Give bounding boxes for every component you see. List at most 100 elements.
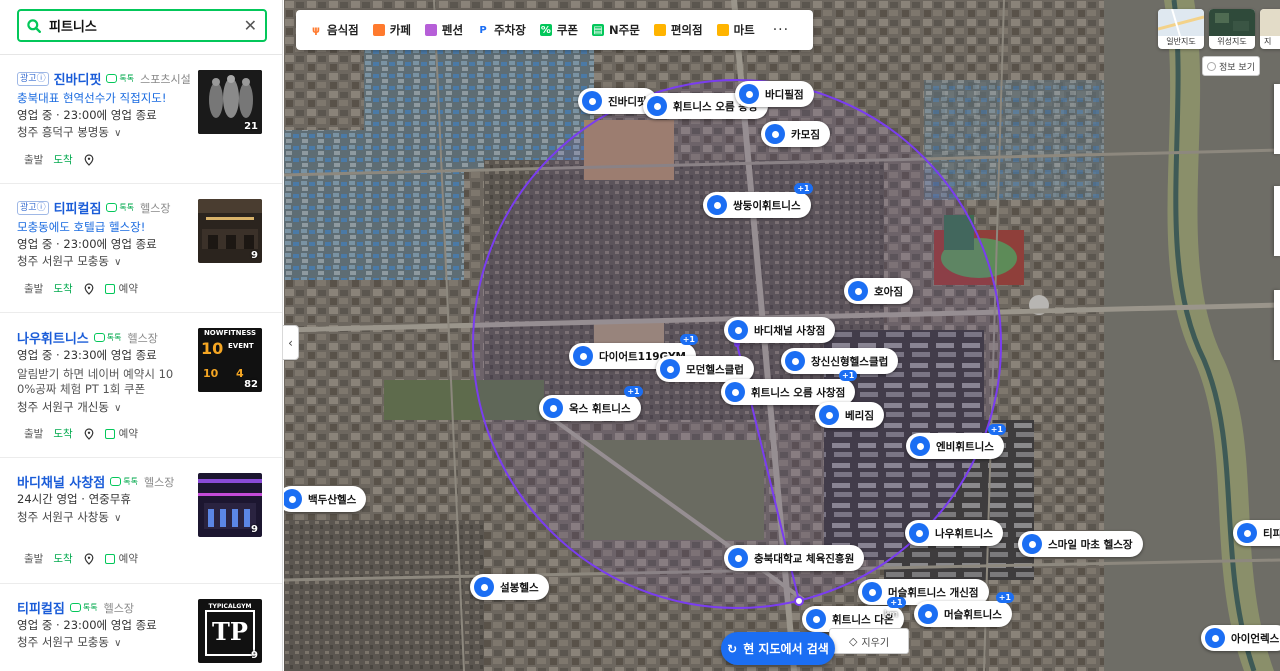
- place-photo[interactable]: NOWFITNESS 10 EVENT 10 4 82: [198, 328, 262, 392]
- promo-text[interactable]: 충북대표 현역선수가 직접지도!: [17, 90, 166, 106]
- business-hours: 24시간 영업 · 연중무휴: [17, 492, 131, 506]
- map-marker[interactable]: 스마일 마초 헬스장: [1018, 531, 1143, 557]
- category-restaurant[interactable]: ψ 음식점: [310, 22, 359, 38]
- arrive-button[interactable]: 도착: [53, 152, 72, 167]
- search-this-area-button[interactable]: ↻ 현 지도에서 검색: [721, 632, 835, 665]
- coupon-text-2: 0%공짜 체험 PT 1회 쿠폰: [17, 382, 146, 396]
- location-pin-icon: [284, 489, 302, 509]
- talktalk-badge[interactable]: 톡톡: [106, 73, 134, 84]
- map-marker[interactable]: 창신신형헬스클럽: [781, 348, 899, 374]
- talktalk-badge[interactable]: 톡톡: [106, 202, 134, 213]
- location-pin-icon: [573, 346, 593, 366]
- category-convenience[interactable]: 편의점: [653, 22, 703, 38]
- map-marker[interactable]: 바디채널 사창점: [724, 317, 836, 343]
- map-marker[interactable]: 쌍둥이휘트니스 +1: [703, 183, 813, 218]
- place-name[interactable]: 진바디핏: [54, 69, 102, 88]
- list-item[interactable]: 티피컬짐 톡톡 헬스장 영업 중 · 23:00에 영업 종료 청주 서원구 모…: [0, 584, 282, 671]
- arrive-button[interactable]: 도착: [53, 281, 72, 296]
- map-marker[interactable]: 머슬휘트니스 +1: [914, 592, 1014, 627]
- map-marker[interactable]: 바디필점: [735, 81, 814, 107]
- map-type-satellite[interactable]: 위성지도: [1209, 9, 1255, 49]
- reserve-button[interactable]: 예약: [104, 551, 138, 566]
- promo-text[interactable]: 모충동에도 호텔급 헬스장!: [17, 219, 145, 235]
- map-marker[interactable]: 옥스 휘트니스 +1: [539, 386, 643, 421]
- erase-button[interactable]: ◇ 지우기: [829, 628, 909, 654]
- category-coupon[interactable]: % 쿠폰: [539, 22, 578, 38]
- location-pin-icon: [660, 359, 680, 379]
- thumb-logo-text: TP: [212, 617, 248, 646]
- list-item[interactable]: 나우휘트니스 톡톡 헬스장 영업 중 · 23:30에 영업 종료 알림받기 하…: [0, 313, 282, 458]
- map-view[interactable]: ψ 음식점 카페 펜션 P 주차장 % 쿠폰 ▤ N주문 편의점 마트 ··· 일반지도…: [284, 0, 1280, 671]
- place-address[interactable]: 청주 서원구 모충동 ∨: [17, 634, 121, 650]
- map-marker[interactable]: 호아짐: [844, 278, 913, 304]
- depart-button[interactable]: 출발: [24, 281, 43, 296]
- thumb-event-number-2: 10: [203, 367, 219, 380]
- map-pin-icon[interactable]: [83, 153, 95, 166]
- depart-button[interactable]: 출발: [24, 152, 43, 167]
- place-category: 헬스장: [127, 331, 158, 345]
- map-marker[interactable]: 카모짐: [761, 121, 830, 147]
- location-pin-icon: [647, 96, 667, 116]
- place-name[interactable]: 티피컬짐: [54, 198, 102, 217]
- list-item[interactable]: 바디채널 사창점 톡톡 헬스장 24시간 영업 · 연중무휴 청주 서원구 사창…: [0, 458, 282, 584]
- category-parking[interactable]: P 주차장: [477, 22, 525, 38]
- place-address[interactable]: 청주 서원구 모충동 ∨: [17, 253, 121, 269]
- talktalk-badge[interactable]: 톡톡: [69, 602, 98, 613]
- map-marker[interactable]: 엔비휘트니스 +1: [906, 424, 1006, 459]
- map-type-normal[interactable]: 일반지도: [1158, 9, 1204, 49]
- map-pin-icon[interactable]: [83, 552, 95, 565]
- more-icon[interactable]: ···: [773, 22, 789, 38]
- search-input[interactable]: [49, 18, 219, 33]
- map-marker[interactable]: 나우휘트니스: [905, 520, 1003, 546]
- map-marker[interactable]: 설봉헬스: [470, 574, 549, 600]
- location-pin-icon: [739, 84, 759, 104]
- map-marker[interactable]: 아이언렉스: [1201, 625, 1280, 651]
- map-pin-icon[interactable]: [83, 282, 95, 295]
- depart-button[interactable]: 출발: [24, 551, 43, 566]
- place-name[interactable]: 나우휘트니스: [17, 328, 89, 347]
- radius-handle[interactable]: [794, 596, 804, 606]
- category-pension[interactable]: 펜션: [424, 22, 463, 38]
- category-cafe[interactable]: 카페: [372, 22, 411, 38]
- location-pin-icon: [785, 351, 805, 371]
- map-marker[interactable]: 티피: [1233, 520, 1280, 546]
- info-toggle-button[interactable]: 정보 보기: [1202, 56, 1260, 76]
- chevron-left-icon: ‹: [288, 335, 293, 350]
- arrive-button[interactable]: 도착: [53, 426, 72, 441]
- thumb-brand-text: NOWFITNESS: [203, 329, 257, 337]
- place-address[interactable]: 청주 흥덕구 봉명동 ∨: [17, 124, 121, 140]
- map-control-edge[interactable]: [1274, 186, 1280, 256]
- reserve-button[interactable]: 예약: [104, 281, 138, 296]
- place-address[interactable]: 청주 서원구 사창동 ∨: [17, 509, 121, 525]
- close-icon[interactable]: ✕: [244, 16, 257, 35]
- place-name[interactable]: 티피컬짐: [17, 598, 65, 617]
- map-type-label: 지: [1264, 37, 1272, 46]
- place-photo[interactable]: TYPICALGYM TP 9: [198, 599, 262, 663]
- list-item[interactable]: 광고ⓘ 진바디핏 톡톡 스포츠시설 충북대표 현역선수가 직접지도! 영업 중 …: [0, 55, 282, 184]
- map-pin-icon[interactable]: [83, 427, 95, 440]
- map-marker[interactable]: 베리짐: [815, 402, 884, 428]
- map-marker[interactable]: 백두산헬스: [284, 486, 367, 512]
- place-category: 헬스장: [143, 475, 175, 489]
- reserve-button[interactable]: 예약: [104, 426, 138, 441]
- depart-button[interactable]: 출발: [24, 426, 43, 441]
- place-photo[interactable]: 9: [198, 199, 262, 263]
- arrive-button[interactable]: 도착: [53, 551, 72, 566]
- place-photo[interactable]: 21: [198, 70, 262, 134]
- map-control-edge[interactable]: [1274, 84, 1280, 154]
- collapse-panel-button[interactable]: ‹: [283, 325, 299, 360]
- list-item[interactable]: 광고ⓘ 티피컬짐 톡톡 헬스장 모충동에도 호텔급 헬스장! 영업 중 · 23…: [0, 184, 282, 313]
- map-control-edge[interactable]: [1274, 290, 1280, 360]
- map-marker[interactable]: 충북대학교 체육진흥원: [724, 545, 865, 571]
- place-photo[interactable]: 9: [198, 473, 262, 537]
- map-type-terrain[interactable]: 지: [1260, 9, 1280, 49]
- category-mart[interactable]: 마트: [716, 22, 755, 38]
- search-box[interactable]: ✕: [17, 9, 267, 42]
- bed-icon: [424, 24, 437, 36]
- talktalk-badge[interactable]: 톡톡: [93, 332, 122, 343]
- place-name[interactable]: 바디채널 사창점: [17, 472, 105, 491]
- calendar-icon: [104, 553, 115, 564]
- category-norder[interactable]: ▤ N주문: [592, 22, 640, 38]
- talktalk-badge[interactable]: 톡톡: [110, 476, 138, 487]
- place-address[interactable]: 청주 서원구 개신동 ∨: [17, 399, 121, 415]
